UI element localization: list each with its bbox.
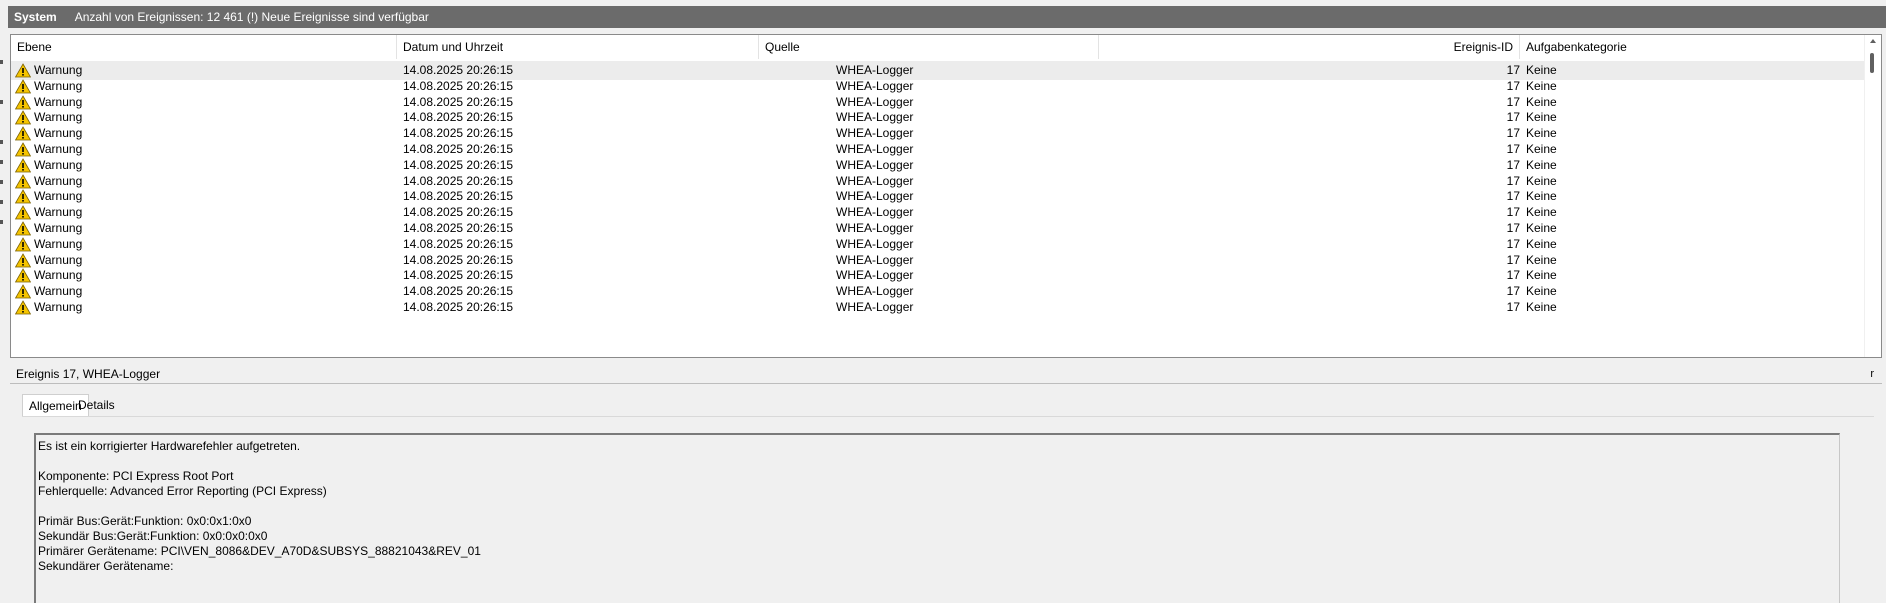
column-header-source[interactable]: Quelle [759, 35, 1099, 59]
log-title-bar: System Anzahl von Ereignissen: 12 461 (!… [8, 6, 1886, 28]
description-line: Sekundär Bus:Gerät:Funktion: 0x0:0x0:0x0 [38, 529, 268, 543]
description-line: Komponente: PCI Express Root Port [38, 469, 234, 483]
description-line: Sekundärer Gerätename: [38, 559, 174, 573]
left-edge-marks [0, 60, 6, 230]
description-line: Primär Bus:Gerät:Funktion: 0x0:0x1:0x0 [38, 514, 252, 528]
description-line [38, 454, 1839, 469]
description-line: Primärer Gerätename: PCI\VEN_8086&DEV_A7… [38, 544, 481, 558]
column-header-event-id[interactable]: Ereignis-ID [1099, 35, 1520, 59]
vertical-scrollbar[interactable] [1864, 35, 1881, 357]
warning-triangle-icon [15, 268, 31, 283]
description-line: Es ist ein korrigierter Hardwarefehler a… [38, 439, 301, 453]
tab-details[interactable]: Details [72, 394, 121, 416]
warning-triangle-icon [15, 63, 31, 78]
column-header-date[interactable]: Datum und Uhrzeit [397, 35, 759, 59]
warning-triangle-icon [15, 252, 31, 267]
warning-triangle-icon [15, 173, 31, 188]
cell-task-category: Keine [1526, 300, 1557, 314]
warning-triangle-icon [15, 78, 31, 94]
warning-triangle-icon [15, 205, 31, 220]
warning-triangle-icon [15, 157, 31, 173]
warning-triangle-icon [15, 110, 31, 125]
column-header-level[interactable]: Ebene [11, 35, 397, 59]
description-line [38, 499, 1839, 514]
log-name: System [14, 10, 57, 24]
scroll-thumb[interactable] [1870, 53, 1874, 73]
event-list[interactable]: Ebene Datum und Uhrzeit Quelle Ereignis-… [10, 34, 1882, 358]
scroll-up-arrow-icon[interactable] [1870, 39, 1876, 43]
column-header-task-category[interactable]: Aufgabenkategorie [1520, 35, 1866, 59]
event-detail-title: Ereignis 17, WHEA-Logger [16, 367, 161, 381]
warning-triangle-icon [15, 300, 31, 315]
warning-triangle-icon [15, 126, 31, 141]
general-tab-panel: Es ist ein korrigierter Hardwarefehler a… [22, 416, 1874, 603]
warning-triangle-icon [15, 284, 31, 299]
event-detail-header: Ereignis 17, WHEA-Logger r [10, 364, 1882, 384]
warning-triangle-icon [15, 221, 31, 236]
cell-source: WHEA-Logger [836, 300, 914, 314]
table-row[interactable]: Warnung 14.08.2025 20:26:15 WHEA-Logger 17 K… [11, 298, 1866, 317]
detail-close-button[interactable]: r [1870, 364, 1874, 384]
event-count-summary: Anzahl von Ereignissen: 12 461 (!) Neue … [74, 10, 429, 24]
event-list-header: Ebene Datum und Uhrzeit Quelle Ereignis-… [11, 35, 1866, 59]
cell-level: Warnung [15, 298, 401, 317]
warning-triangle-icon [15, 236, 31, 252]
warning-triangle-icon [15, 142, 31, 157]
event-description[interactable]: Es ist ein korrigierter Hardwarefehler a… [34, 433, 1840, 603]
description-line: Fehlerquelle: Advanced Error Reporting (… [38, 484, 327, 498]
warning-triangle-icon [15, 94, 31, 109]
cell-date: 14.08.2025 20:26:15 [403, 300, 514, 314]
cell-event-id: 17 [1506, 300, 1520, 314]
warning-triangle-icon [15, 189, 31, 204]
